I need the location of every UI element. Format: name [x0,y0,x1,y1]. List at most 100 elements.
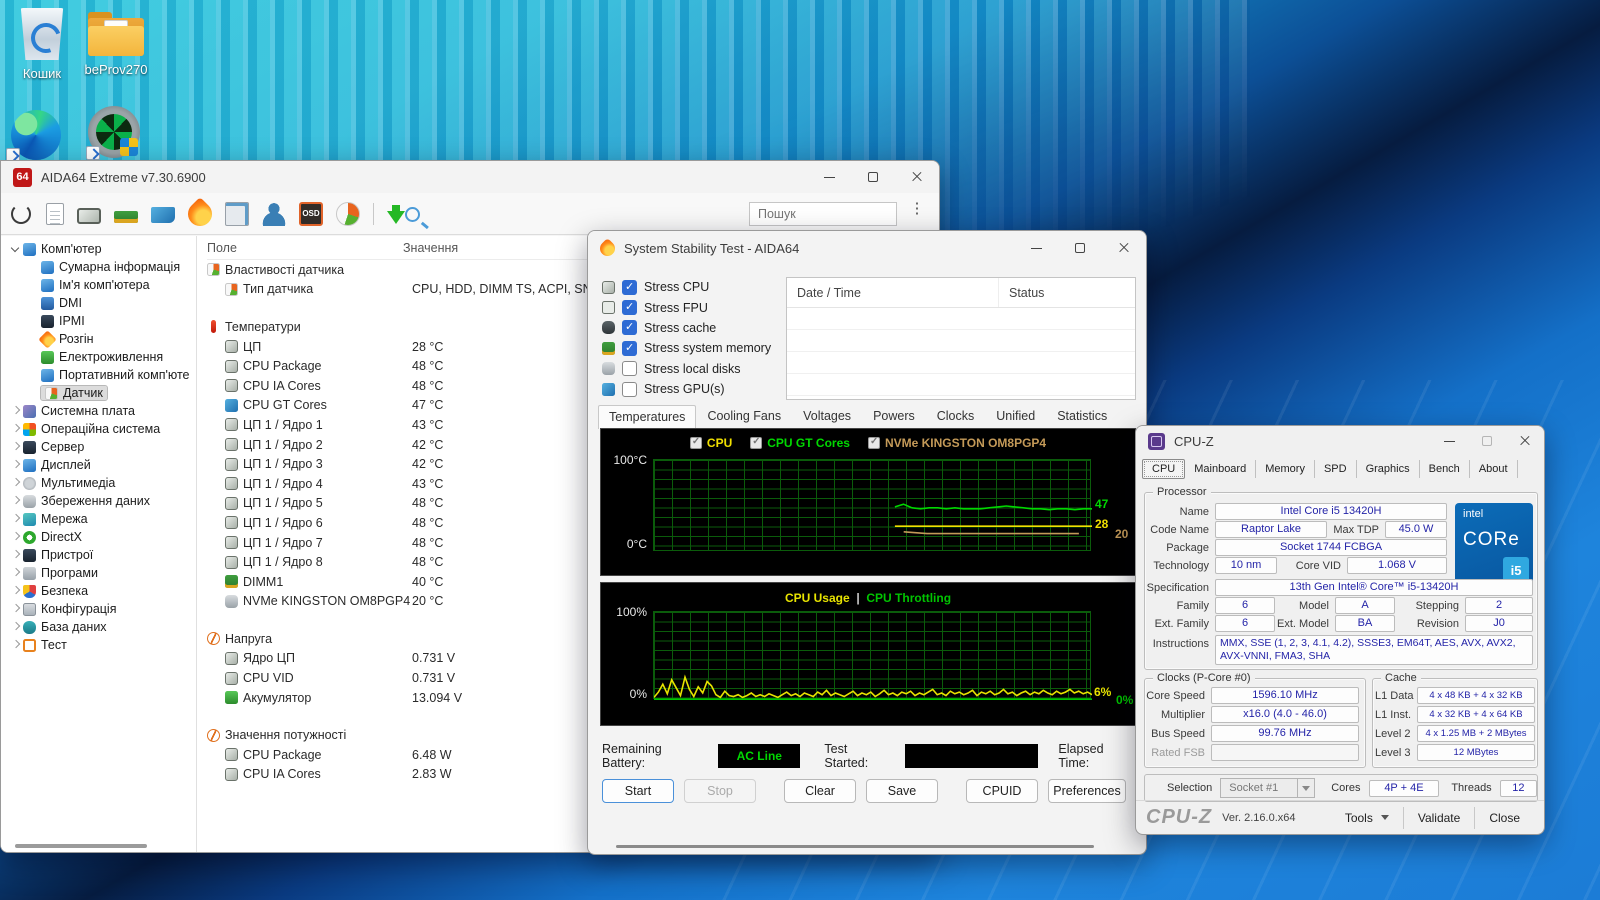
sidebar-item-електроживлення[interactable]: Електроживлення [1,348,196,366]
legend-checkbox-icon[interactable] [750,437,762,449]
sidebar-item-база-даних[interactable]: База даних [1,618,196,636]
cpu-icon[interactable] [77,208,101,224]
chevron-right-icon[interactable] [9,566,23,580]
chevron-right-icon[interactable] [9,494,23,508]
cpuz-titlebar[interactable]: CPU-Z [1136,426,1544,456]
checkbox-checked[interactable] [622,280,637,295]
sidebar-item-сервер[interactable]: Сервер [1,438,196,456]
tab-cooling-fans[interactable]: Cooling Fans [696,404,792,428]
sidebar-item-збереження-даних[interactable]: Збереження даних [1,492,196,510]
gpu-icon[interactable] [151,207,175,223]
tab-spd[interactable]: SPD [1315,460,1357,478]
stress-option[interactable]: Stress system memory [602,338,771,358]
tree-horizontal-scrollbar[interactable] [15,844,147,848]
minimize-button[interactable] [1430,426,1468,456]
stress-option[interactable]: Stress FPU [602,297,771,317]
legend-checkbox-icon[interactable] [868,437,880,449]
tab-unified[interactable]: Unified [985,404,1046,428]
preferences-button[interactable]: Preferences [1048,779,1126,803]
sidebar-item-дисплей[interactable]: Дисплей [1,456,196,474]
chevron-right-icon[interactable] [9,476,23,490]
update-icon[interactable] [387,211,405,224]
desktop-icon-app[interactable] [72,106,156,158]
legend-item[interactable]: CPU GT Cores [750,436,850,450]
search-icon[interactable] [405,207,420,222]
column-status[interactable]: Status [999,286,1044,300]
close-button[interactable] [895,161,939,193]
stress-option[interactable]: Stress CPU [602,277,771,297]
tab-statistics[interactable]: Statistics [1046,404,1118,428]
search-input[interactable] [749,202,897,226]
gauge-icon[interactable] [336,202,360,226]
checkbox-checked[interactable] [622,320,637,335]
flame-icon[interactable] [183,197,217,231]
stress-option[interactable]: Stress GPU(s) [602,379,771,399]
chevron-right-icon[interactable] [9,458,23,472]
cpuid-button[interactable]: CPUID [966,779,1038,803]
aida64-titlebar[interactable]: 64 AIDA64 Extreme v7.30.6900 [1,161,939,193]
minimize-button[interactable] [807,161,851,193]
stability-titlebar[interactable]: System Stability Test - AIDA64 [588,231,1146,265]
tab-graphics[interactable]: Graphics [1357,460,1420,478]
chevron-right-icon[interactable] [9,530,23,544]
chevron-right-icon[interactable] [9,602,23,616]
sidebar-item-тест[interactable]: Тест [1,636,196,654]
close-button[interactable] [1506,426,1544,456]
tasks-icon[interactable] [225,202,249,226]
checkbox-unchecked[interactable] [622,361,637,376]
tab-voltages[interactable]: Voltages [792,404,862,428]
tab-about[interactable]: About [1470,460,1518,478]
stress-option[interactable]: Stress cache [602,318,771,338]
save-button[interactable]: Save [866,779,938,803]
chevron-right-icon[interactable] [9,404,23,418]
maximize-button[interactable] [851,161,895,193]
chevron-down-icon[interactable] [9,242,23,256]
overflow-menu-icon[interactable]: ⋮ [905,204,929,224]
maximize-button[interactable] [1468,426,1506,456]
sidebar-item-пристрої[interactable]: Пристрої [1,546,196,564]
sidebar-item-ipmi[interactable]: IPMI [1,312,196,330]
start-button[interactable]: Start [602,779,674,803]
sidebar-item-операційна-система[interactable]: Операційна система [1,420,196,438]
refresh-icon[interactable] [11,204,31,224]
tab-powers[interactable]: Powers [862,404,926,428]
sidebar-item-портативний-комп-юте[interactable]: Портативний комп'юте [1,366,196,384]
sidebar-item-системна-плата[interactable]: Системна плата [1,402,196,420]
sidebar-item-мультимедіа[interactable]: Мультимедіа [1,474,196,492]
column-field[interactable]: Поле [207,241,403,255]
chevron-right-icon[interactable] [9,638,23,652]
sidebar-item-програми[interactable]: Програми [1,564,196,582]
legend-checkbox-icon[interactable] [690,437,702,449]
sidebar-item-ім-я-комп-ютера[interactable]: Ім'я комп'ютера [1,276,196,294]
chevron-right-icon[interactable] [9,584,23,598]
close-button-footer[interactable]: Close [1475,807,1534,829]
maximize-button[interactable] [1058,231,1102,265]
tab-mainboard[interactable]: Mainboard [1185,460,1256,478]
sidebar-item-розгін[interactable]: Розгін [1,330,196,348]
tools-button[interactable]: Tools [1331,807,1404,829]
close-button[interactable] [1102,231,1146,265]
desktop-icon-folder[interactable]: beProv270 [74,12,158,77]
chevron-right-icon[interactable] [9,548,23,562]
minimize-button[interactable] [1014,231,1058,265]
chevron-right-icon[interactable] [9,422,23,436]
column-value[interactable]: Значення [403,241,458,255]
sidebar-item-конфігурація[interactable]: Конфігурація [1,600,196,618]
sidebar-item-комп-ютер[interactable]: Комп'ютер [1,240,196,258]
socket-select[interactable]: Socket #1 [1220,778,1315,798]
report-icon[interactable] [46,203,64,225]
tab-bench[interactable]: Bench [1420,460,1470,478]
tab-cpu[interactable]: CPU [1142,459,1185,479]
stability-horizontal-scrollbar[interactable] [616,845,1094,848]
sidebar-item-датчик[interactable]: Датчик [1,384,196,402]
memory-icon[interactable] [114,211,138,223]
checkbox-checked[interactable] [622,300,637,315]
osd-icon[interactable] [299,202,323,226]
chevron-right-icon[interactable] [9,440,23,454]
user-icon[interactable] [262,202,286,226]
checkbox-unchecked[interactable] [622,382,637,397]
tab-memory[interactable]: Memory [1256,460,1315,478]
sidebar-item-directx[interactable]: DirectX [1,528,196,546]
tab-clocks[interactable]: Clocks [926,404,986,428]
desktop-icon-edge[interactable] [0,110,78,160]
